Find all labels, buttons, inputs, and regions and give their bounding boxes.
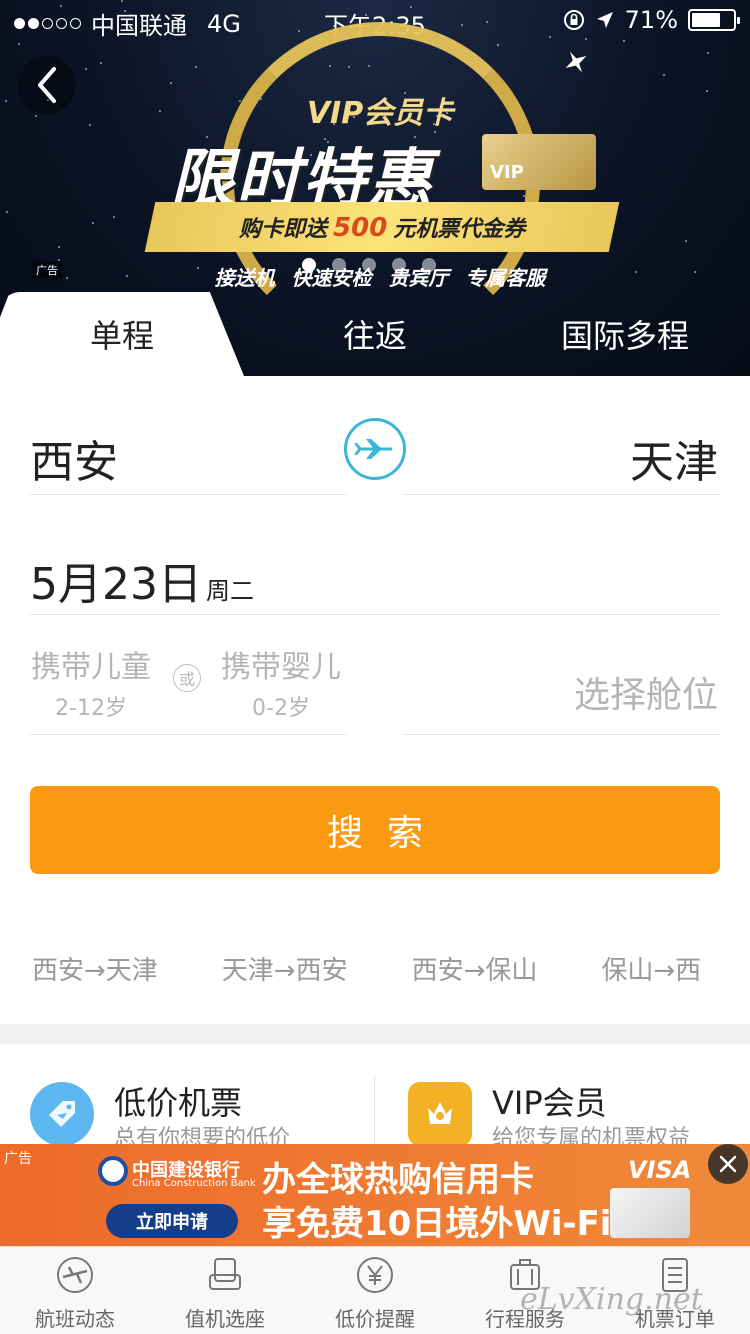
promo-card-vip[interactable]: VIP会员 给您专属的机票权益 (408, 1074, 738, 1154)
child-label: 携带儿童 (31, 650, 151, 685)
close-icon (719, 1155, 737, 1173)
or-badge: 或 (173, 664, 201, 692)
swap-cities-button[interactable] (344, 418, 406, 480)
watermark: eLvXing.net (520, 1282, 703, 1317)
history-item[interactable]: 西安→保山 (412, 950, 538, 987)
child-age: 2-12岁 (55, 696, 127, 721)
tabbar-label: 航班动态 (35, 1307, 115, 1331)
pager-dot[interactable] (392, 258, 406, 272)
vip-card-text: VIP (490, 162, 524, 183)
pager-dot[interactable] (362, 258, 376, 272)
promo-card-low-price[interactable]: 低价机票 总有你想要的低价 (30, 1074, 360, 1154)
tabbar-label: 低价提醒 (335, 1307, 415, 1331)
tabbar-item-price-alert[interactable]: 低价提醒 (300, 1247, 450, 1334)
star-decoration (497, 44, 499, 46)
flight-status-icon (57, 1257, 93, 1293)
star-decoration (92, 222, 94, 224)
weekday: 周二 (205, 577, 254, 605)
ribbon-suffix: 元机票代金券 (393, 217, 526, 242)
tab-label: 国际多程 (560, 317, 689, 355)
search-history: 西安→天津 天津→西安 西安→保山 保山→西 (32, 950, 750, 990)
tab-label: 往返 (342, 317, 407, 355)
apply-now-button[interactable]: 立即申请 (106, 1204, 238, 1238)
seat-icon (209, 1258, 241, 1290)
credit-card-image (610, 1188, 690, 1238)
departure-city[interactable]: 西安 (30, 426, 118, 490)
section-divider (0, 1024, 750, 1044)
tabbar-item-flight-status[interactable]: 航班动态 (0, 1247, 150, 1334)
ad-headline: 办全球热购信用卡 (262, 1160, 534, 1200)
battery-percent: 71% (624, 6, 678, 34)
tab-multi-city[interactable]: 国际多程 (500, 292, 750, 376)
close-ad-button[interactable] (708, 1144, 748, 1184)
history-item[interactable]: 保山→西 (601, 950, 701, 987)
bank-name-en: China Construction Bank (132, 1178, 256, 1189)
carousel-pager[interactable] (302, 258, 436, 272)
star-decoration (685, 240, 687, 242)
tab-round-trip[interactable]: 往返 (250, 292, 500, 376)
ribbon-amount: 500 (332, 213, 388, 243)
pager-dot[interactable] (422, 258, 436, 272)
star-decoration (663, 74, 665, 76)
tab-label: 单程 (89, 317, 154, 355)
ad-tag: 广告 (4, 1151, 32, 1167)
tag-plane-icon (30, 1082, 94, 1146)
history-item[interactable]: 天津→西安 (222, 950, 348, 987)
arrival-city[interactable]: 天津 (630, 426, 718, 490)
infant-option[interactable]: 携带婴儿 0-2岁 (220, 642, 342, 722)
card-title: 低价机票 (114, 1084, 243, 1122)
battery-icon (688, 9, 740, 31)
airplane-icon (565, 51, 587, 73)
tabbar-item-seat[interactable]: 值机选座 (150, 1247, 300, 1334)
tabbar-label: 值机选座 (185, 1307, 265, 1331)
star-decoration (85, 68, 87, 70)
vip-card-title: VIP会员卡 (306, 96, 454, 131)
child-option[interactable]: 携带儿童 2-12岁 (30, 642, 152, 722)
rotation-lock-icon (563, 10, 584, 30)
departure-date[interactable]: 5月23日 周二 (30, 548, 254, 612)
star-decoration (100, 62, 102, 64)
hero-ad-banner[interactable]: 中国联通 4G 下午2:35 71% VIP会员卡 限时特惠 VIP 购卡即送 5… (0, 0, 750, 376)
cabin-class-select[interactable]: 选择舱位 (574, 666, 718, 718)
star-decoration (18, 43, 20, 45)
crown-vip-icon (408, 1082, 472, 1146)
ad-label: 广告 (32, 261, 62, 279)
trip-type-tabs: 单程 往返 国际多程 (0, 292, 750, 376)
star-decoration (170, 82, 172, 84)
star-decoration (113, 216, 115, 218)
yen-alert-icon (357, 1257, 393, 1293)
promo-ribbon: 购卡即送 500 元机票代金券 (144, 202, 620, 252)
infant-age: 0-2岁 (252, 696, 310, 721)
date-value: 5月23日 (30, 559, 202, 610)
star-decoration (6, 211, 8, 213)
search-button[interactable]: 搜索 (30, 786, 720, 874)
vip-card-image: VIP (482, 134, 596, 190)
ad-subheadline: 享免费10日境外Wi-Fi (262, 1204, 612, 1244)
star-decoration (58, 246, 60, 248)
location-arrow-icon (596, 12, 613, 28)
pager-dot[interactable] (332, 258, 346, 272)
pager-dot[interactable] (302, 258, 316, 272)
history-item[interactable]: 西安→天津 (32, 950, 158, 987)
visa-logo: VISA (628, 1156, 692, 1184)
tab-one-way[interactable]: 单程 (0, 292, 244, 376)
plane-swap-icon (354, 439, 392, 459)
bank-ad-banner[interactable]: 广告 中国建设银行 China Construction Bank 立即申请 办… (0, 1144, 750, 1246)
bank-logo-icon (98, 1156, 128, 1186)
ribbon-prefix: 购卡即送 (238, 217, 327, 242)
infant-label: 携带婴儿 (221, 650, 341, 685)
card-title: VIP会员 (492, 1084, 607, 1122)
star-decoration (707, 52, 709, 54)
star-decoration (195, 66, 197, 68)
